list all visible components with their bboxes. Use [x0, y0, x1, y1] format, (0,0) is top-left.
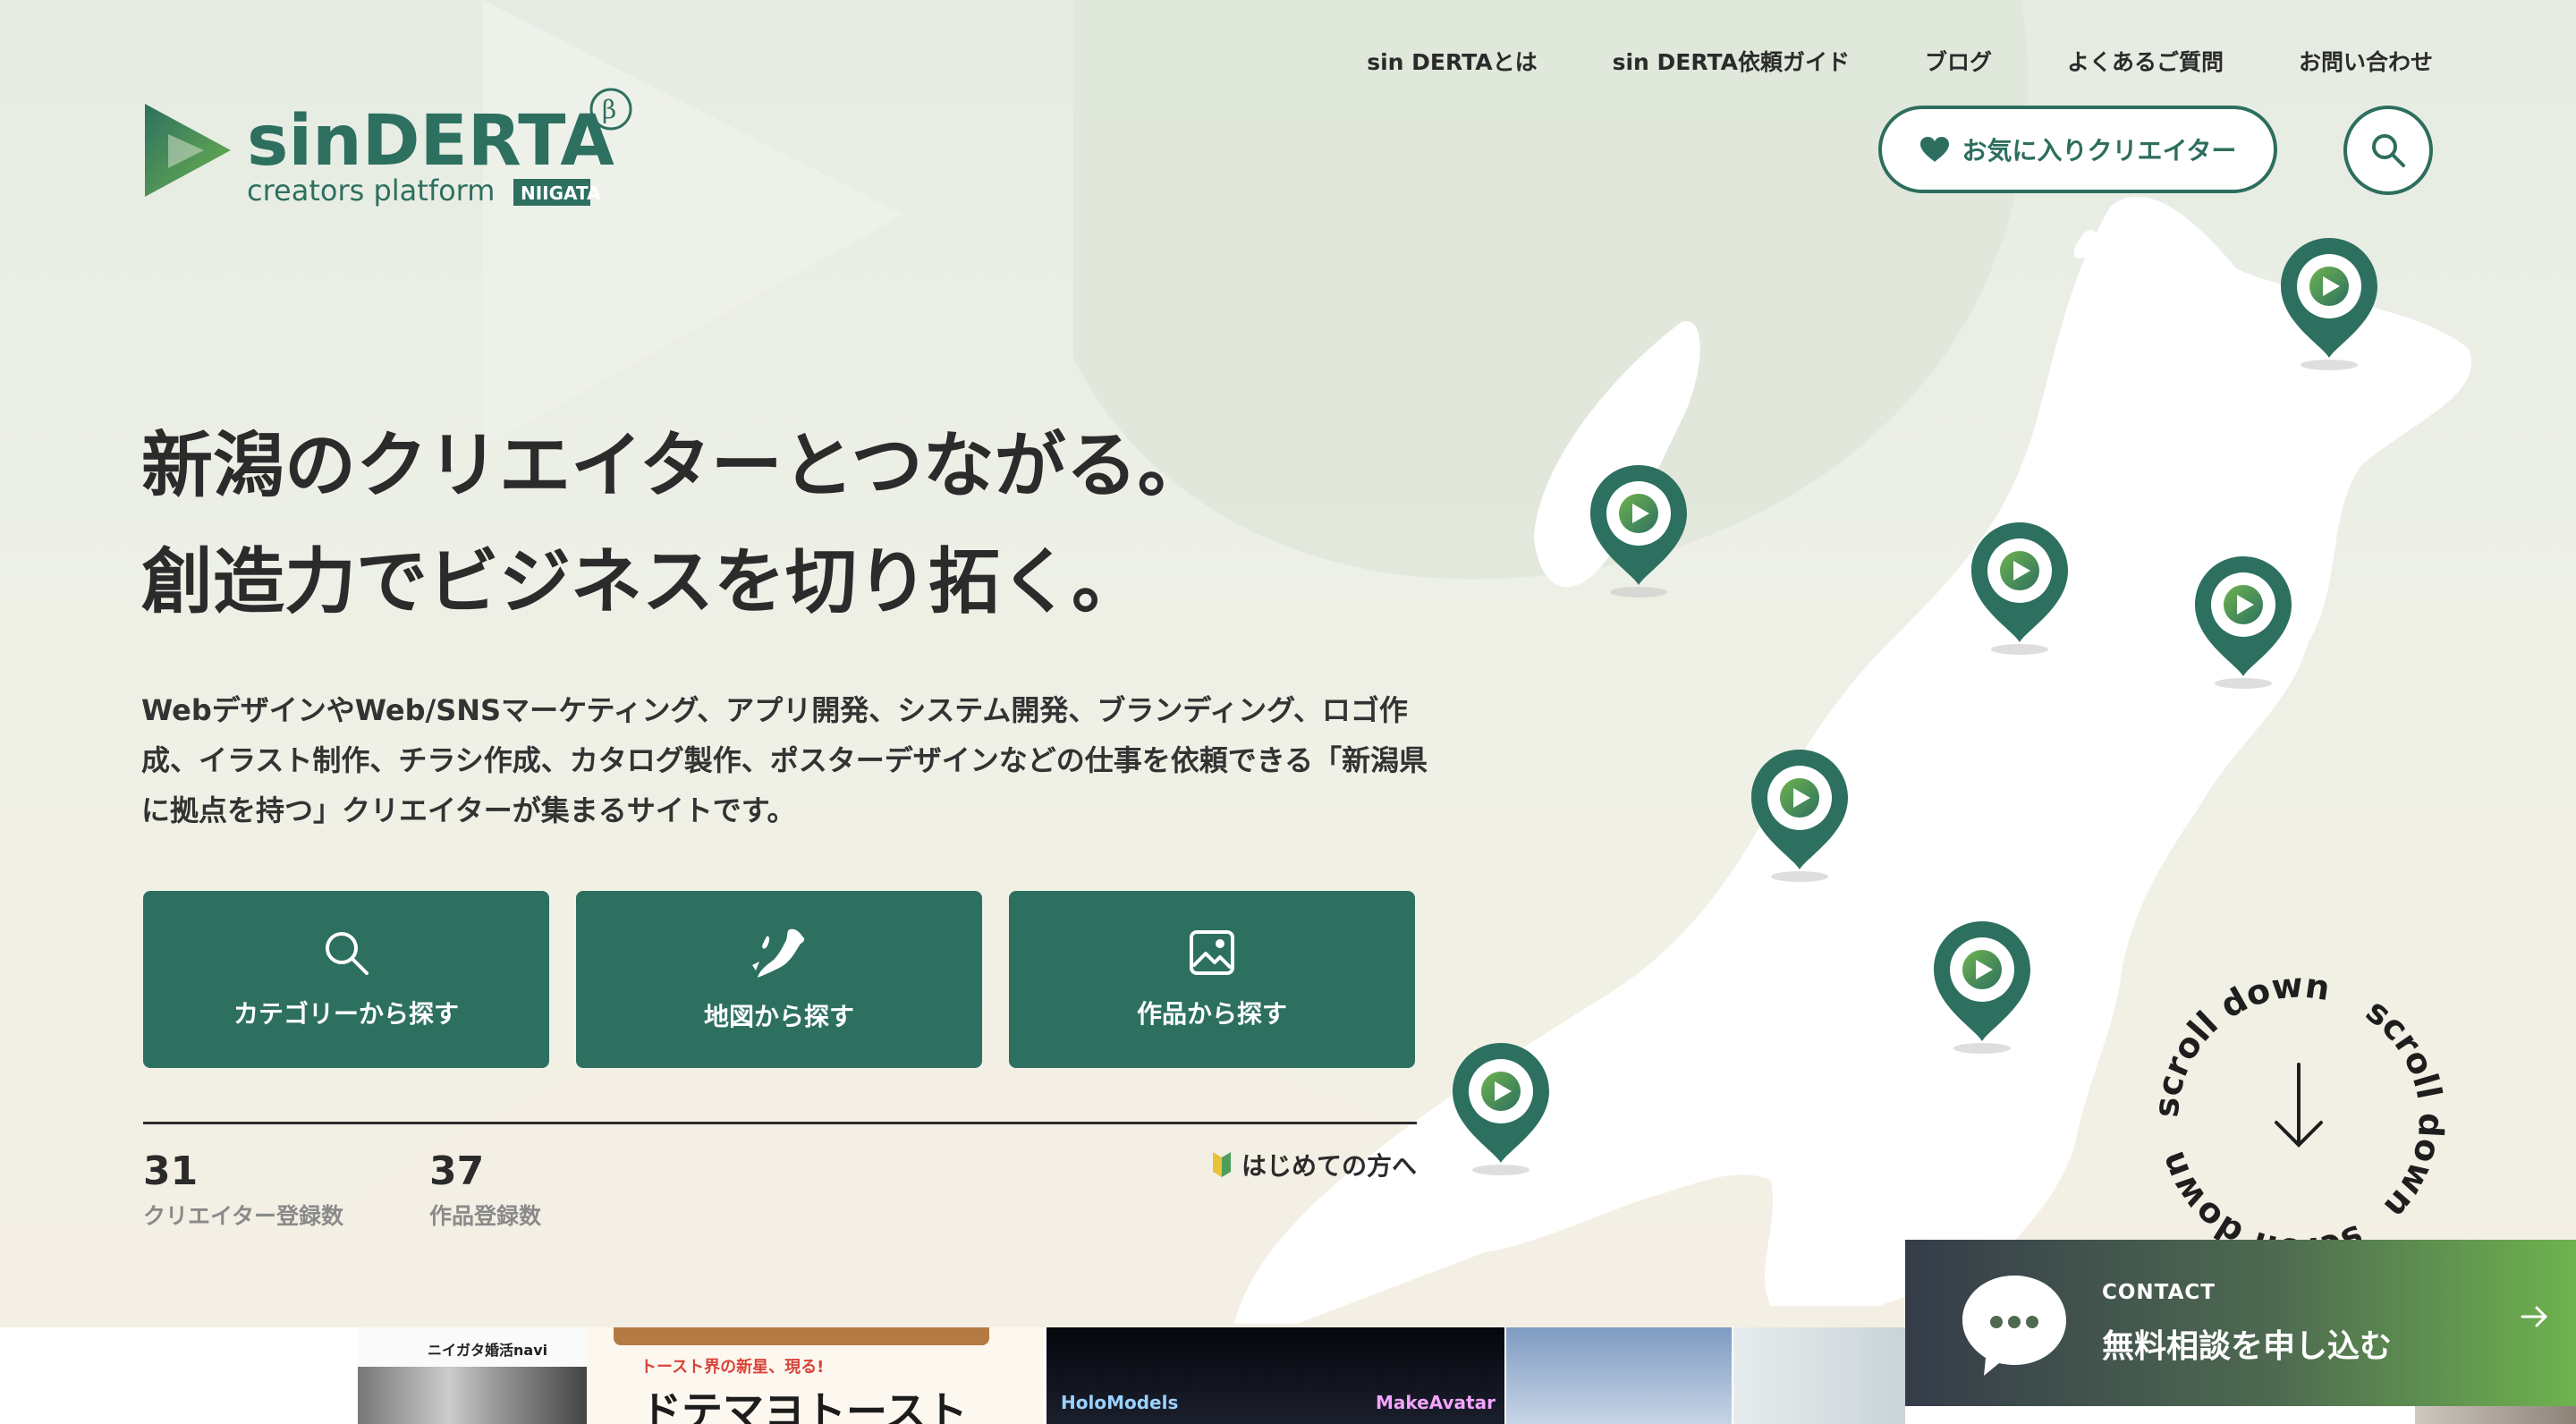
works-count: 37	[429, 1149, 485, 1194]
gallery-thumb-subcaption: トースト界の新星、現る!	[640, 1358, 825, 1377]
contact-banner[interactable]: CONTACT 無料相談を申し込む	[1905, 1240, 2576, 1406]
arrow-down-icon	[2275, 1063, 2323, 1148]
nav-guide[interactable]: sin DERTA依頼ガイド	[1613, 45, 1850, 77]
gallery-thumb-caption: MakeAvatar	[1376, 1392, 1496, 1413]
stats-divider	[143, 1122, 1417, 1124]
works-count-label: 作品登録数	[429, 1203, 542, 1229]
hero-title: 新潟のクリエイターとつながる。 創造力でビジネスを切り拓く。	[141, 408, 1209, 640]
scroll-down-indicator[interactable]: scroll down scroll down scroll down	[2147, 966, 2451, 1270]
search-icon	[2372, 134, 2405, 167]
search-by-category-button[interactable]: カテゴリーから探す	[143, 891, 549, 1068]
logo-wordmark: sinDERTA	[247, 101, 614, 182]
gallery-thumb[interactable]	[1733, 1327, 1905, 1424]
beginner-mark-icon	[1212, 1152, 1231, 1177]
heart-icon	[1919, 137, 1949, 162]
toast-graphic	[614, 1327, 989, 1345]
scroll-text-2: scroll down	[2359, 991, 2451, 1226]
chat-bubble-icon	[1962, 1276, 2066, 1376]
logo-play-icon	[145, 104, 231, 197]
search-by-map-button[interactable]: 地図から探す	[576, 891, 982, 1068]
niigata-map-icon	[752, 928, 805, 978]
hero-description: WebデザインやWeb/SNSマーケティング、アプリ開発、システム開発、ブランデ…	[141, 693, 1428, 827]
site-logo[interactable]: sinDERTA β creators platform NIIGATA	[141, 86, 642, 211]
scroll-down-text: scroll down	[2359, 991, 2451, 1226]
nav-blog[interactable]: ブログ	[1925, 45, 1992, 77]
search-options: カテゴリーから探す 地図から探す 作品から探す	[143, 891, 1415, 1068]
creator-count-label: クリエイター登録数	[143, 1203, 344, 1229]
beginner-guide-link[interactable]: はじめての方へ	[1211, 1147, 1417, 1182]
works-count-stat: 37 作品登録数	[429, 1145, 541, 1234]
logo-tagline: creators platform	[247, 174, 495, 208]
search-icon	[326, 932, 369, 975]
gallery-thumb[interactable]	[1506, 1327, 1732, 1424]
global-nav: sin DERTAとは sin DERTA依頼ガイド ブログ よくあるご質問 お…	[1367, 45, 2433, 77]
gallery-thumb[interactable]: ニイガタ婚活navi	[358, 1327, 587, 1424]
gallery-thumb[interactable]: HoloModels MakeAvatar	[1046, 1327, 1504, 1424]
scroll-text-1: scroll down	[2147, 966, 2333, 1119]
favorite-creators-label: お気に入りクリエイター	[1962, 136, 2237, 165]
beginner-guide-label: はじめての方へ	[1241, 1151, 1417, 1181]
gallery-thumb[interactable]: トースト界の新星、現る! ドテマヨトースト	[587, 1327, 1043, 1424]
search-by-works-label: 作品から探す	[1136, 999, 1287, 1029]
creator-count-stat: 31 クリエイター登録数	[143, 1145, 343, 1234]
search-by-category-label: カテゴリーから探す	[233, 999, 459, 1029]
hero-title-line: 創造力でビジネスを切り拓く。	[141, 540, 1143, 623]
creator-count: 31	[143, 1149, 199, 1194]
header-search-button[interactable]	[2343, 106, 2433, 195]
search-by-map-label: 地図から探す	[703, 1002, 854, 1031]
gallery-thumb-caption: HoloModels	[1061, 1392, 1179, 1413]
region-label: NIIGATA	[521, 182, 601, 204]
favorite-creators-button[interactable]: お気に入りクリエイター	[1878, 106, 2277, 193]
beta-mark: β	[602, 95, 616, 124]
image-icon	[1190, 930, 1234, 975]
search-by-works-button[interactable]: 作品から探す	[1009, 891, 1415, 1068]
nav-about[interactable]: sin DERTAとは	[1367, 45, 1537, 77]
nav-faq[interactable]: よくあるご質問	[2067, 45, 2224, 77]
hero-title-line: 新潟のクリエイターとつながる。	[141, 424, 1209, 507]
gallery-thumb-caption: ニイガタ婚活navi	[428, 1342, 548, 1359]
arrow-right-icon	[2521, 1306, 2547, 1327]
nav-contact[interactable]: お問い合わせ	[2299, 45, 2433, 77]
contact-eyebrow: CONTACT	[2102, 1281, 2216, 1304]
contact-title: 無料相談を申し込む	[2102, 1328, 2393, 1365]
gallery-thumb-caption: ドテマヨトースト	[640, 1387, 968, 1424]
gallery-photo	[358, 1367, 587, 1424]
scroll-down-text: scroll down	[2147, 966, 2333, 1119]
